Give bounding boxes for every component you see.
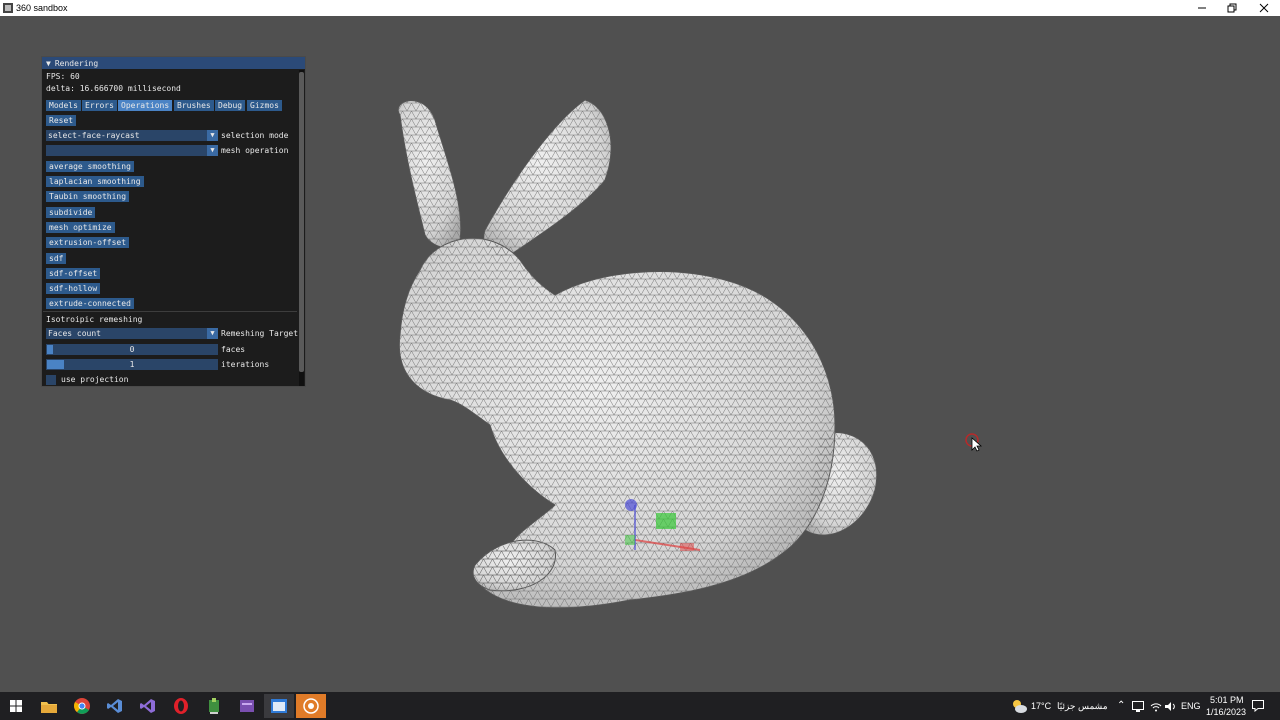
taskbar: 17°C مشمس جزئيًا ⌃ ENG 5:01 PM 1/16/2023 <box>0 692 1280 720</box>
bunny-wireframe <box>398 100 877 608</box>
language-indicator[interactable]: ENG <box>1181 701 1201 711</box>
tab-debug[interactable]: Debug <box>215 100 246 111</box>
opera-icon <box>174 698 188 714</box>
app-icon <box>3 3 13 13</box>
mesh-operation-combo[interactable]: ▼ <box>46 145 218 156</box>
dropdown-arrow-icon[interactable]: ▼ <box>207 145 218 156</box>
average-smoothing-button[interactable]: average smoothing <box>46 161 134 172</box>
notification-icon[interactable] <box>1252 700 1264 712</box>
opera-button[interactable] <box>166 694 196 718</box>
weather-desc: مشمس جزئيًا <box>1057 701 1108 711</box>
restore-icon <box>1227 3 1237 13</box>
mouse-cursor-icon <box>965 433 983 452</box>
clock-time[interactable]: 5:01 PM <box>1210 695 1244 705</box>
mesh-operation-label: mesh operation <box>221 146 289 155</box>
weather-temp: 17°C <box>1031 701 1052 711</box>
remeshing-target-combo[interactable]: Faces count ▼ <box>46 328 218 339</box>
gizmo-plane-green[interactable] <box>656 513 676 529</box>
sdf-hollow-button[interactable]: sdf-hollow <box>46 283 101 294</box>
sdf-offset-button[interactable]: sdf-offset <box>46 268 101 279</box>
iterations-label: iterations <box>221 360 270 369</box>
separator <box>43 311 297 312</box>
mesh-optimize-button[interactable]: mesh optimize <box>46 222 115 233</box>
window-titlebar: 360 sandbox <box>0 0 1280 16</box>
purple-app-button[interactable] <box>232 694 262 718</box>
visual-studio-icon <box>140 699 155 713</box>
windows-start-button[interactable] <box>1 694 31 718</box>
file-explorer-button[interactable] <box>34 694 64 718</box>
volume-icon[interactable] <box>1165 701 1177 712</box>
extrusion-offset-button[interactable]: extrusion-offset <box>46 237 130 248</box>
vscode-icon <box>107 699 122 713</box>
faces-slider[interactable]: 0 <box>46 344 218 355</box>
close-button[interactable] <box>1248 0 1280 16</box>
scrollbar-thumb[interactable] <box>299 72 304 372</box>
faces-label: faces <box>221 345 246 354</box>
panel-header[interactable]: ▼ Rendering <box>42 57 305 69</box>
remeshing-header: Isotroipic remeshing <box>46 315 143 324</box>
close-icon <box>1259 3 1269 13</box>
gizmo-handle-red[interactable] <box>680 543 694 551</box>
network-adapter-icon[interactable] <box>1132 701 1144 712</box>
window-title: 360 sandbox <box>16 3 68 13</box>
dropdown-arrow-icon[interactable]: ▼ <box>207 130 218 141</box>
window-app-button[interactable] <box>264 694 294 718</box>
faces-slider-grab[interactable] <box>47 345 53 354</box>
subdivide-button[interactable]: subdivide <box>46 207 96 218</box>
minimize-icon <box>1198 7 1206 9</box>
reset-button[interactable]: Reset <box>46 115 77 126</box>
sdf-button[interactable]: sdf <box>46 253 67 264</box>
minimize-button[interactable] <box>1186 0 1218 16</box>
wifi-icon[interactable] <box>1150 701 1162 712</box>
weather-icon[interactable] <box>1011 698 1027 714</box>
panel-scrollbar[interactable] <box>299 70 304 386</box>
green-app-button[interactable] <box>199 694 229 718</box>
fps-text: FPS: 60 <box>46 72 80 81</box>
vscode-button[interactable] <box>100 694 130 718</box>
iterations-slider-grab[interactable] <box>47 360 64 369</box>
selection-mode-value: select-face-raycast <box>48 131 140 140</box>
chrome-icon <box>74 698 90 714</box>
restore-button[interactable] <box>1216 0 1248 16</box>
tab-brushes[interactable]: Brushes <box>174 100 214 111</box>
use-projection-label: use projection <box>61 375 129 384</box>
bunny-mesh[interactable] <box>380 95 890 625</box>
iterations-slider-value: 1 <box>129 360 135 369</box>
purple-app-icon <box>240 700 254 712</box>
tab-gizmos[interactable]: Gizmos <box>247 100 282 111</box>
dropdown-arrow-icon[interactable]: ▼ <box>207 328 218 339</box>
use-projection-checkbox[interactable] <box>46 375 56 385</box>
sandbox-app-icon <box>303 698 319 714</box>
folder-icon <box>41 701 57 713</box>
window-app-icon <box>271 699 287 713</box>
extrude-connected-button[interactable]: extrude-connected <box>46 298 134 309</box>
collapse-arrow-icon[interactable]: ▼ <box>46 59 51 68</box>
taubin-smoothing-button[interactable]: Taubin smoothing <box>46 191 130 202</box>
laplacian-smoothing-button[interactable]: laplacian smoothing <box>46 176 144 187</box>
tab-models[interactable]: Models <box>46 100 81 111</box>
tab-errors[interactable]: Errors <box>82 100 117 111</box>
faces-slider-value: 0 <box>129 345 135 354</box>
remeshing-target-label: Remeshing Target <box>221 329 299 338</box>
chrome-button[interactable] <box>67 694 97 718</box>
selection-mode-combo[interactable]: select-face-raycast ▼ <box>46 130 218 141</box>
iterations-slider[interactable]: 1 <box>46 359 218 370</box>
selection-mode-label: selection mode <box>221 131 289 140</box>
gizmo-handle-green[interactable] <box>625 535 635 545</box>
visual-studio-button[interactable] <box>133 694 163 718</box>
remeshing-target-value: Faces count <box>48 329 101 338</box>
show-hidden-icons-icon[interactable]: ⌃ <box>1117 700 1125 711</box>
clock-date[interactable]: 1/16/2023 <box>1206 707 1246 717</box>
tab-operations[interactable]: Operations <box>118 100 173 111</box>
green-app-icon <box>209 698 219 714</box>
windows-logo-icon <box>10 700 22 712</box>
panel-title: Rendering <box>54 58 99 68</box>
sandbox-app-button[interactable] <box>296 694 326 718</box>
delta-text: delta: 16.666700 millisecond <box>46 84 181 93</box>
